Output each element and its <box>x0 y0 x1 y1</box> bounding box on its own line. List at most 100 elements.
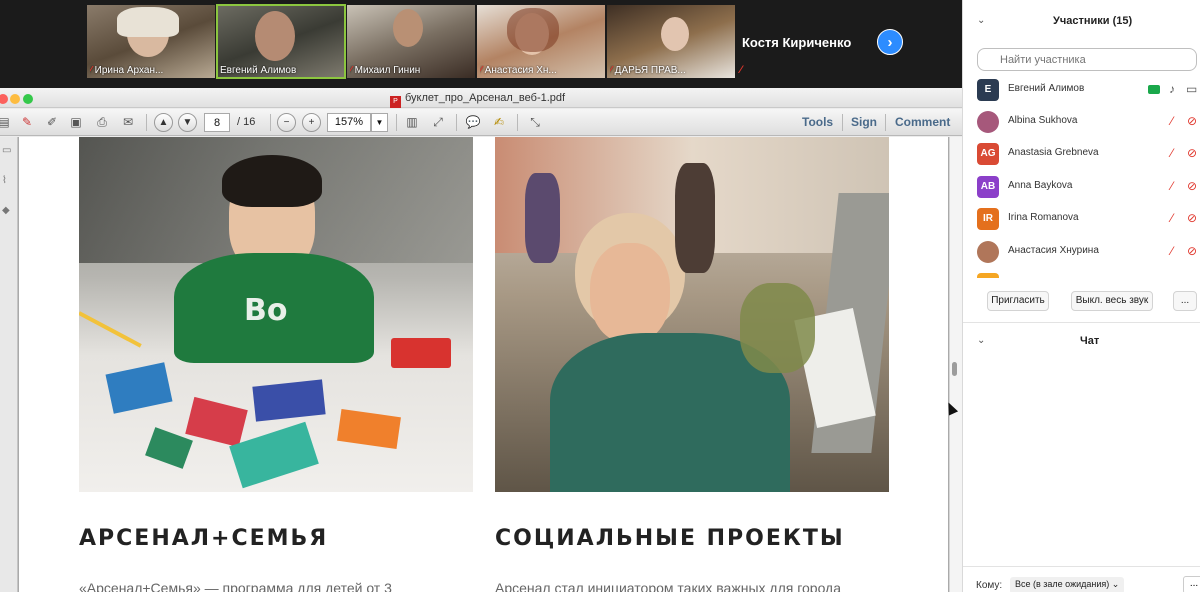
participant-row[interactable]: Albina Sukhova ⁄ ⊘ <box>963 106 1200 138</box>
zoom-window-icon[interactable] <box>23 94 33 104</box>
mute-all-button[interactable]: Выкл. весь звук <box>1071 291 1153 311</box>
chat-recipient-dropdown[interactable]: Все (в зале ожидания) ⌄ <box>1010 577 1125 592</box>
collapse-chevron-icon[interactable]: ⌄ <box>977 335 985 346</box>
fit-width-icon[interactable]: ⤢ <box>428 113 448 132</box>
close-window-icon[interactable] <box>0 94 8 104</box>
toolbar-divider <box>270 114 271 131</box>
video-tile[interactable]: ⁄ Михаил Гинин <box>347 5 475 78</box>
participant-face <box>661 17 689 51</box>
minimize-window-icon[interactable] <box>10 94 20 104</box>
participant-name: Irina Romanova <box>1008 212 1079 223</box>
mic-icon[interactable]: ♪ <box>1169 82 1175 96</box>
avatar-partial <box>977 273 999 278</box>
highlight-icon[interactable]: ✍ <box>489 113 509 132</box>
collapse-chevron-icon[interactable]: ⌄ <box>977 15 985 26</box>
video-strip: ⁄ Ирина Архан... Евгений Алимов ⁄ Михаил Г… <box>0 0 962 88</box>
video-tile-no-camera[interactable]: Костя Кириченко ⁄ <box>736 5 866 78</box>
avatar: AB <box>977 176 999 198</box>
participant-row[interactable]: AB Anna Baykova ⁄ ⊘ <box>963 171 1200 203</box>
paper-teal <box>229 421 319 489</box>
avatar: E <box>977 79 999 101</box>
tools-pane-button[interactable]: Tools <box>802 115 833 129</box>
participant-row[interactable]: Анастасия Хнурина ⁄ ⊘ <box>963 236 1200 268</box>
previous-page-icon[interactable]: ▲ <box>154 113 173 132</box>
open-file-icon[interactable]: ▤ <box>0 113 14 132</box>
zoom-dropdown-chevron-icon[interactable]: ▼ <box>371 113 388 132</box>
muted-mic-icon[interactable]: ⁄ <box>1171 244 1173 258</box>
chat-title: Чат <box>1080 335 1100 347</box>
video-off-icon[interactable]: ⊘ <box>1187 211 1197 225</box>
page-thumbnails-icon[interactable]: ▭ <box>2 145 13 157</box>
participant-search-input[interactable] <box>977 48 1197 71</box>
participant-hair <box>117 7 179 37</box>
comment-bubble-icon[interactable]: 💬 <box>463 113 483 132</box>
video-tile-name: ДАРЬЯ ПРАВ... <box>614 65 686 76</box>
invite-button[interactable]: Пригласить <box>987 291 1049 311</box>
woman-face <box>590 243 670 343</box>
zoom-out-icon[interactable]: − <box>277 113 296 132</box>
panel-resize-handle[interactable] <box>952 362 957 376</box>
paragraph-social-projects: Арсенал стал инициатором таких важных дл… <box>495 580 842 592</box>
muted-mic-icon[interactable]: ⁄ <box>1171 114 1173 128</box>
paper-blue <box>105 362 173 414</box>
participant-name: Евгений Алимов <box>1008 83 1085 94</box>
full-screen-icon[interactable]: ⤡ <box>525 113 545 132</box>
print-icon[interactable]: ⎙ <box>92 113 112 132</box>
participant-row[interactable]: IR Irina Romanova ⁄ ⊘ <box>963 203 1200 235</box>
layers-icon[interactable]: ◆ <box>2 205 13 217</box>
background-person <box>675 163 715 273</box>
muted-mic-icon: ⁄ <box>480 65 482 76</box>
toolbar-divider <box>517 114 518 131</box>
video-tile[interactable]: ⁄ Ирина Архан... <box>87 5 215 78</box>
video-off-icon[interactable]: ⊘ <box>1187 179 1197 193</box>
video-off-icon[interactable]: ⊘ <box>1187 146 1197 160</box>
muted-mic-icon[interactable]: ⁄ <box>1171 179 1173 193</box>
toolbar-divider <box>885 114 886 131</box>
pdf-title: буклет_про_Арсенал_веб-1.pdf <box>405 92 566 104</box>
avatar-photo <box>977 111 999 133</box>
participant-row[interactable]: AG Anastasia Grebneva ⁄ ⊘ <box>963 138 1200 170</box>
comment-pane-button[interactable]: Comment <box>895 115 950 129</box>
participants-header: ⌄ Участники (15) <box>963 0 1200 42</box>
photo-child-crafting: Bo <box>79 137 473 492</box>
email-icon[interactable]: ✉ <box>118 113 138 132</box>
video-off-icon[interactable]: ⊘ <box>1187 244 1197 258</box>
next-videos-arrow-icon[interactable]: › <box>877 29 903 55</box>
save-icon[interactable]: ▣ <box>66 113 86 132</box>
muted-mic-icon[interactable]: ⁄ <box>1171 211 1173 225</box>
zoom-in-icon[interactable]: + <box>302 113 321 132</box>
attachments-icon[interactable]: ⌇ <box>2 175 13 187</box>
video-off-icon[interactable]: ⊘ <box>1187 114 1197 128</box>
share-screen-icon <box>1148 85 1160 94</box>
fit-page-icon[interactable]: ▥ <box>402 113 422 132</box>
page-number-input[interactable] <box>204 113 230 132</box>
toolbar-divider <box>842 114 843 131</box>
video-tile[interactable]: ⁄ ДАРЬЯ ПРАВ... <box>607 5 735 78</box>
video-tile-name: Костя Кириченко <box>742 35 852 50</box>
participant-hair <box>507 8 559 52</box>
heading-arsenal-family: АРСЕНАЛ+СЕМЬЯ <box>79 526 329 551</box>
pdf-file-icon: P <box>390 96 401 108</box>
shirt-print: Bo <box>244 293 288 328</box>
chat-more-button[interactable]: ... <box>1183 576 1200 592</box>
create-pdf-icon[interactable]: ✎ <box>17 113 37 132</box>
participants-title: Участники (15) <box>1053 15 1133 27</box>
participant-row[interactable]: E Евгений Алимов ♪ ▭ <box>963 74 1200 106</box>
video-tile-name: Михаил Гинин <box>354 65 421 76</box>
sign-pane-button[interactable]: Sign <box>851 115 877 129</box>
video-camera-icon[interactable]: ▭ <box>1186 82 1197 96</box>
edit-icon[interactable]: ✐ <box>42 113 62 132</box>
paragraph-arsenal-family: «Арсенал+Семья» — программа для детей от… <box>79 580 392 592</box>
next-page-icon[interactable]: ▼ <box>178 113 197 132</box>
muted-mic-icon[interactable]: ⁄ <box>1171 146 1173 160</box>
participant-name: Анастасия Хнурина <box>1008 245 1099 256</box>
pdf-page[interactable]: Bo АРСЕНАЛ+СЕМЬЯ СОЦИАЛЬНЫЕ ПРОЕКТЫ «Арс… <box>18 137 949 592</box>
participants-more-button[interactable]: ... <box>1173 291 1197 311</box>
avatar: IR <box>977 208 999 230</box>
photo-woman-painting <box>495 137 889 492</box>
participants-chat-sidebar: ⌄ Участники (15) ⌕ E Евгений Алимов ♪ ▭ … <box>962 0 1200 592</box>
video-tile[interactable]: ⁄ Анастасия Хн... <box>477 5 605 78</box>
video-tile-active-speaker[interactable]: Евгений Алимов <box>216 4 346 79</box>
zoom-level-field[interactable]: 157% <box>327 113 371 132</box>
toolbar-divider <box>396 114 397 131</box>
